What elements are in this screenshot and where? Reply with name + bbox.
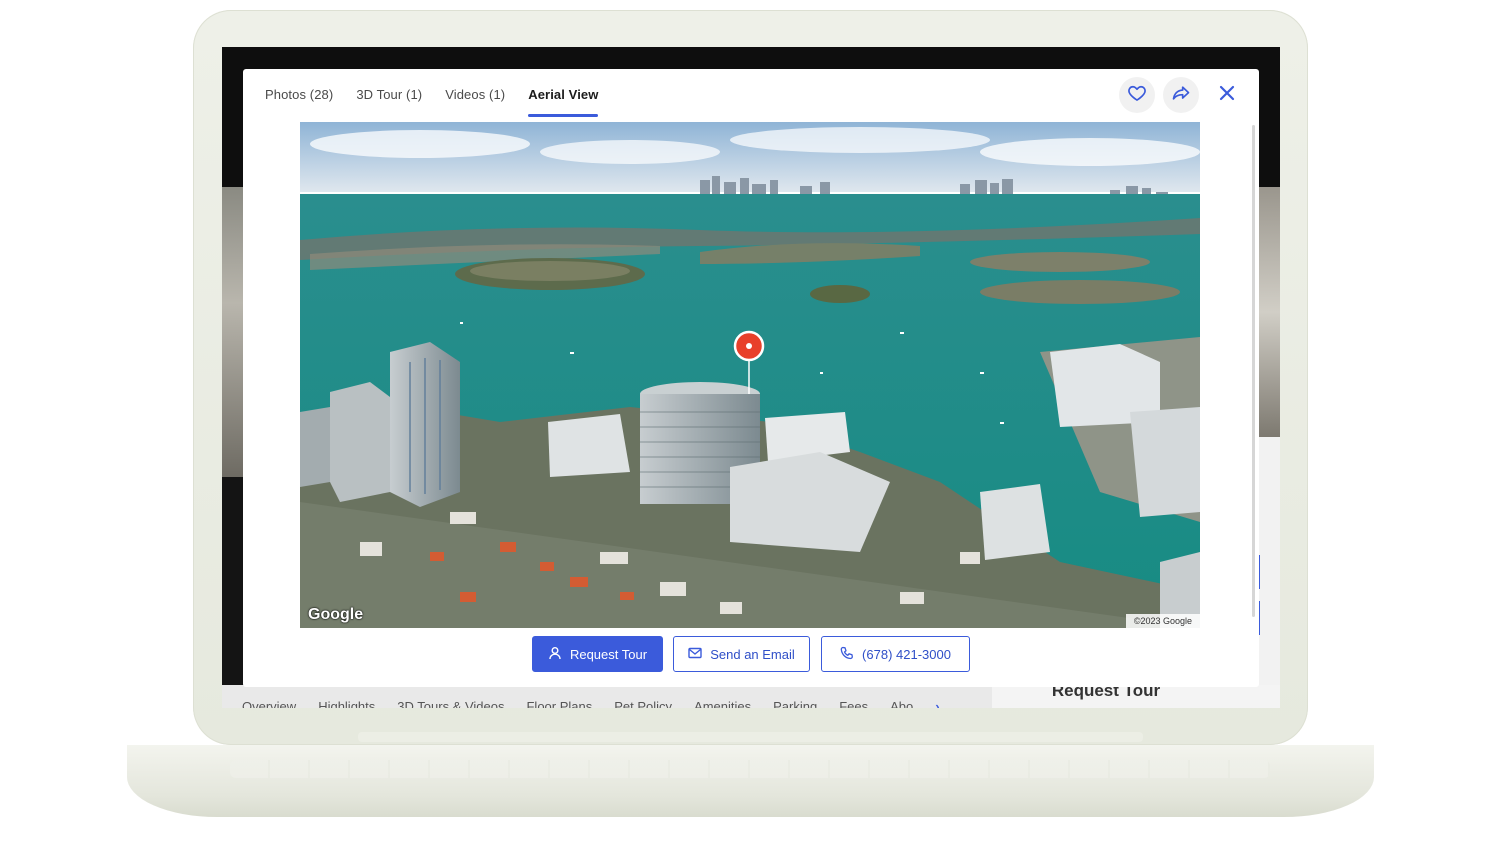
background-photo-right bbox=[1258, 187, 1280, 437]
phone-icon bbox=[840, 646, 854, 663]
send-email-button[interactable]: Send an Email bbox=[673, 636, 810, 672]
laptop-keyboard bbox=[230, 760, 1270, 778]
nav-link-about[interactable]: Abo bbox=[890, 699, 913, 708]
tab-videos[interactable]: Videos (1) bbox=[445, 69, 505, 119]
share-button[interactable] bbox=[1163, 77, 1199, 113]
media-modal: Photos (28) 3D Tour (1) Videos (1) Aeria… bbox=[243, 69, 1259, 687]
nav-link-fees[interactable]: Fees bbox=[839, 699, 868, 708]
nav-link-pet-policy[interactable]: Pet Policy bbox=[614, 699, 672, 708]
laptop-base bbox=[127, 745, 1374, 817]
tab-photos[interactable]: Photos (28) bbox=[265, 69, 333, 119]
send-email-label: Send an Email bbox=[710, 646, 795, 662]
google-logo: Google bbox=[308, 606, 364, 623]
chevron-right-icon[interactable]: › bbox=[935, 699, 939, 708]
phone-button[interactable]: (678) 421-3000 bbox=[821, 636, 970, 672]
modal-scrollbar[interactable] bbox=[1252, 125, 1255, 617]
media-tabs: Photos (28) 3D Tour (1) Videos (1) Aeria… bbox=[265, 69, 599, 119]
request-tour-label: Request Tour bbox=[569, 646, 648, 662]
phone-number-label: (678) 421-3000 bbox=[862, 646, 951, 662]
share-icon bbox=[1171, 83, 1191, 108]
aerial-scene bbox=[300, 122, 1200, 628]
tab-aerial-view[interactable]: Aerial View bbox=[528, 69, 599, 119]
nav-link-tours-videos[interactable]: 3D Tours & Videos bbox=[397, 699, 504, 708]
laptop-hinge bbox=[358, 732, 1143, 742]
background-photo-left bbox=[222, 187, 244, 477]
background-section-nav: Overview Highlights 3D Tours & Videos Fl… bbox=[222, 685, 992, 708]
tab-3d-tour[interactable]: 3D Tour (1) bbox=[356, 69, 422, 119]
favorite-button[interactable] bbox=[1119, 77, 1155, 113]
contact-actions: Request Tour Send an Email (678) 421-300… bbox=[243, 636, 1259, 672]
nav-link-floor-plans[interactable]: Floor Plans bbox=[526, 699, 592, 708]
nav-link-highlights[interactable]: Highlights bbox=[318, 699, 375, 708]
nav-link-parking[interactable]: Parking bbox=[773, 699, 817, 708]
background-side-panel bbox=[1258, 437, 1280, 708]
person-icon bbox=[548, 646, 562, 663]
request-tour-heading-text: Request Tour bbox=[1051, 685, 1161, 700]
laptop-screen: Overview Highlights 3D Tours & Videos Fl… bbox=[222, 47, 1280, 708]
heart-icon bbox=[1127, 83, 1147, 108]
map-copyright: ©2023 Google bbox=[1125, 614, 1200, 628]
close-button[interactable] bbox=[1211, 79, 1243, 111]
envelope-icon bbox=[688, 647, 702, 662]
nav-link-amenities[interactable]: Amenities bbox=[694, 699, 751, 708]
aerial-view-map[interactable]: Google ©2023 Google bbox=[300, 122, 1200, 628]
background-request-tour-heading: Request Tour bbox=[992, 685, 1280, 708]
nav-link-overview[interactable]: Overview bbox=[242, 699, 296, 708]
request-tour-button[interactable]: Request Tour bbox=[532, 636, 663, 672]
close-icon bbox=[1218, 84, 1236, 107]
